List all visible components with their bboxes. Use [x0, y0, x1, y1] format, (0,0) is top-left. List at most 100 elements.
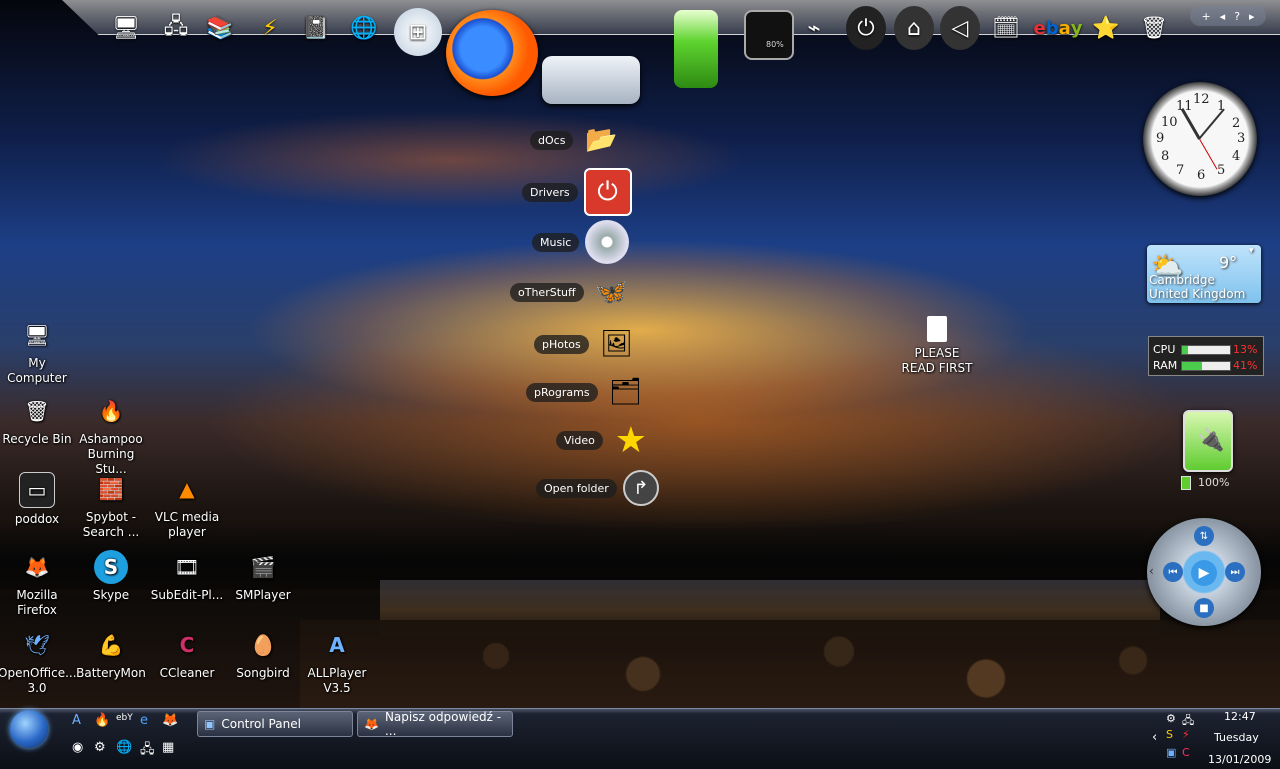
desktop-icon-subedit[interactable]: 🎞 SubEdit-Pl... — [148, 550, 226, 603]
globe-icon[interactable]: 🌐 — [344, 6, 384, 50]
stack-item-drivers[interactable]: Drivers ⏻ — [522, 168, 632, 216]
desktop-icon-allplayer[interactable]: A ALLPlayer V3.5 — [298, 628, 376, 696]
power-icon: ⏻ — [583, 168, 632, 216]
desktop-icon-label: Songbird — [236, 666, 290, 680]
clock-number: 6 — [1197, 168, 1206, 183]
ram-bar-fill — [1182, 362, 1202, 370]
star-folder-icon[interactable]: ⭐ — [1086, 6, 1126, 50]
allplayer-icon[interactable]: A — [72, 713, 81, 728]
battery-gadget[interactable]: 🔌 — [1183, 410, 1233, 472]
stack-item-docs[interactable]: dOcs 📂 — [530, 118, 623, 162]
media-icon[interactable]: ◉ — [72, 740, 83, 755]
desktop-icon-firefox[interactable]: 🦊 Mozilla Firefox — [0, 550, 76, 618]
gear-icon[interactable]: ⚙ — [1166, 712, 1176, 725]
dock-nav: + ◂ ? ▸ — [1190, 6, 1266, 26]
antivirus-tray-icon[interactable]: ⚡ — [1182, 728, 1190, 741]
network-icon[interactable]: 🖧 — [140, 740, 155, 762]
desktop-icon-label: CCleaner — [159, 666, 215, 680]
show-hidden-icons-icon[interactable]: ‹ — [1152, 730, 1157, 745]
stack-label: oTherStuff — [510, 282, 584, 302]
display-tray-icon[interactable]: ▣ — [1166, 746, 1176, 759]
stop-button[interactable]: ■ — [1194, 598, 1214, 618]
desktop-icon-songbird[interactable]: 🥚 Songbird — [224, 628, 302, 681]
calendar-icon[interactable]: 🗓 — [986, 6, 1026, 50]
document-icon — [927, 316, 947, 342]
desktop-icon-batterymon[interactable]: 💪 BatteryMon — [72, 628, 150, 681]
desktop-icon-smplayer[interactable]: 🎬 SMPlayer — [224, 550, 302, 603]
dock-prev-button[interactable]: ◂ — [1220, 10, 1226, 23]
media-control-gadget: ▶ ⏮ ⏭ ⇅ ■ ‹ — [1147, 518, 1261, 626]
firefox-icon[interactable]: 🦊 — [162, 713, 178, 728]
stack-item-otherstuff[interactable]: oTherStuff 🦋 — [510, 270, 634, 314]
computer-icon[interactable]: 🖥 — [106, 6, 146, 50]
notepad-icon[interactable]: 📓 — [296, 6, 336, 50]
ram-label: RAM — [1153, 359, 1178, 372]
chevron-left-icon[interactable]: ‹ — [1149, 564, 1154, 578]
windows-icon[interactable]: ▦ — [162, 740, 174, 755]
network-icon[interactable]: 🖧 — [156, 6, 196, 50]
control-icon[interactable]: ⚙ — [94, 740, 106, 755]
desktop-icon-vlc[interactable]: ▲ VLC media player — [148, 472, 226, 540]
stack-item-video[interactable]: Video ★ — [556, 418, 653, 462]
ebay-icon[interactable]: ebY — [116, 713, 133, 723]
ashampoo-icon[interactable]: 🔥 — [94, 713, 110, 728]
firefox-icon: 🦊 — [24, 554, 50, 579]
usb-icon[interactable]: ⌁ — [794, 6, 834, 50]
desktop-icon-poddox[interactable]: ▭ poddox — [0, 472, 76, 527]
desktop-icon-ccleaner[interactable]: C CCleaner — [148, 628, 226, 681]
internet-explorer-icon[interactable]: e — [140, 713, 148, 728]
clock-number: 9 — [1156, 131, 1165, 146]
lightning-icon[interactable]: ⚡ — [250, 6, 290, 50]
recycle-bin-dock-icon[interactable]: 🗑 — [1134, 6, 1174, 50]
books-icon[interactable]: 📚 — [200, 6, 240, 50]
desktop-icon-openoffice[interactable]: 🕊 OpenOffice... 3.0 — [0, 628, 77, 696]
taskbar-button-firefox[interactable]: 🦊 Napisz odpowiedź - ... — [357, 710, 513, 738]
shuffle-button[interactable]: ⇅ — [1194, 526, 1214, 546]
battery-meter-icon[interactable]: 80% — [744, 10, 794, 60]
next-button[interactable]: ⏭ — [1225, 562, 1245, 582]
desktop-icon-spybot[interactable]: 🧱 Spybot - Search ... — [72, 472, 150, 540]
windows-start-icon[interactable]: ⊞ — [394, 8, 442, 56]
desktop-icon-my-computer[interactable]: 🖥 My Computer — [0, 318, 76, 386]
dock-add-button[interactable]: + — [1201, 10, 1210, 23]
play-button[interactable]: ▶ — [1191, 560, 1217, 586]
stack-item-open-folder[interactable]: Open folder ↱ — [536, 470, 659, 506]
home-icon[interactable]: ⌂ — [894, 6, 934, 50]
ccleaner-tray-icon[interactable]: C — [1182, 746, 1190, 759]
cd-icon — [585, 220, 630, 264]
battery-small-icon — [1181, 476, 1191, 490]
clock-gadget[interactable]: 12 1 2 3 4 5 6 7 8 9 10 11 — [1143, 82, 1257, 196]
desktop-icon-label: poddox — [14, 512, 60, 526]
clock-second-hand — [1199, 138, 1218, 170]
spybot-tray-icon[interactable]: S — [1166, 728, 1173, 741]
clock-number: 8 — [1161, 149, 1170, 164]
chevron-down-icon[interactable]: ▾ — [1249, 246, 1254, 256]
stack-item-photos[interactable]: pHotos 🖼 — [534, 322, 639, 366]
previous-button[interactable]: ⏮ — [1163, 562, 1183, 582]
taskbar-button-control-panel[interactable]: ▣ Control Panel — [197, 711, 353, 737]
taskbar — [0, 708, 1280, 769]
desktop-icon-readme[interactable]: PLEASE READ FIRST — [898, 316, 976, 376]
desktop-icon-ashampoo[interactable]: 🔥 Ashampoo Burning Stu... — [72, 394, 150, 477]
start-button[interactable] — [10, 710, 48, 748]
cpu-bar — [1181, 345, 1231, 355]
stack-item-music[interactable]: Music — [532, 220, 630, 264]
cpu-meter-gadget[interactable]: CPU 13% RAM 41% — [1148, 336, 1264, 376]
dock-help-button[interactable]: ? — [1234, 10, 1240, 23]
desktop-icon-skype[interactable]: S Skype — [72, 550, 150, 603]
stack-item-programs[interactable]: pRograms 🗂 — [526, 370, 648, 414]
hard-drive-icon[interactable] — [542, 56, 640, 104]
weather-country: United Kingdom — [1149, 287, 1246, 301]
dock-next-button[interactable]: ▸ — [1249, 10, 1255, 23]
desktop-icon-label: Skype — [92, 588, 130, 602]
open-folder-icon: ↱ — [622, 470, 659, 506]
stack-label: Video — [556, 430, 603, 450]
weather-gadget[interactable]: ⛅ 9° Cambridge United Kingdom ▾ — [1147, 245, 1261, 303]
power-icon[interactable]: ⏻ — [846, 6, 886, 50]
desktop-icon-recycle-bin[interactable]: 🗑 Recycle Bin — [0, 394, 76, 447]
globe-icon[interactable]: 🌐 — [116, 740, 132, 755]
firefox-icon[interactable] — [446, 10, 538, 96]
ebay-icon[interactable]: ebay — [1034, 6, 1083, 50]
back-icon[interactable]: ◁ — [940, 6, 980, 50]
battery-dock-icon[interactable] — [674, 10, 718, 88]
